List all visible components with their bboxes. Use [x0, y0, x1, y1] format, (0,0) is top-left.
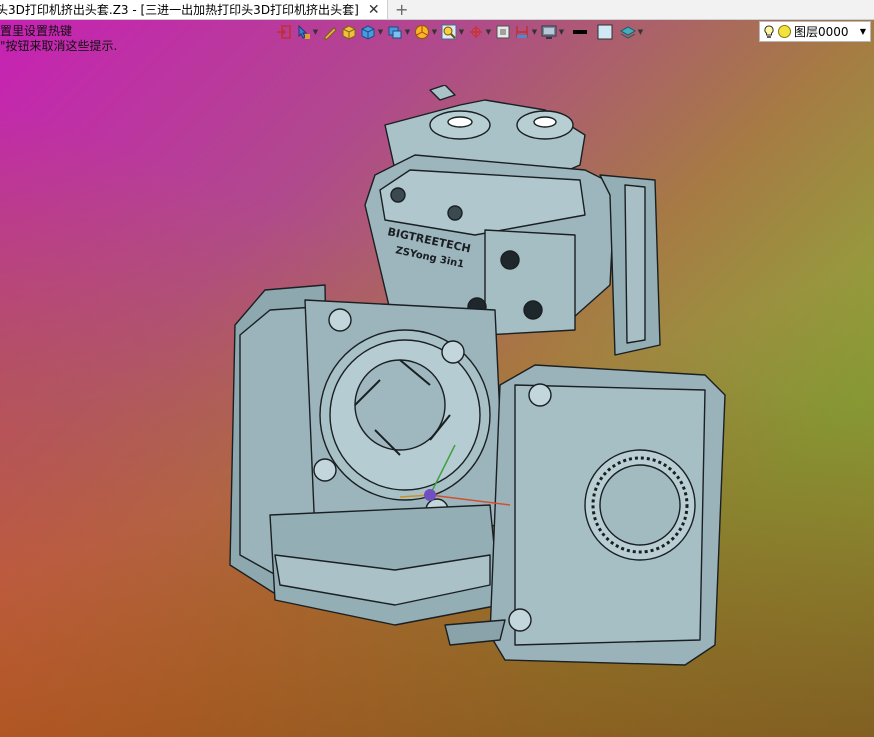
chevron-down-icon: ▼	[431, 28, 438, 36]
monitor-icon	[541, 25, 557, 39]
lightbulb-icon	[764, 24, 774, 38]
zoom-button[interactable]: ▼	[441, 22, 465, 42]
section-icon	[516, 26, 528, 38]
axis-button[interactable]: ▼	[468, 22, 492, 42]
cube-view-icon	[361, 25, 375, 40]
chevron-down-icon: ▼	[531, 28, 538, 36]
tab-title: 头3D打印机挤出头套.Z3 - [三进一出加热打印头3D打印机挤出头套]	[0, 3, 359, 17]
select-filter-icon	[298, 24, 310, 39]
axis-icon	[470, 26, 482, 38]
chevron-down-icon: ▼	[859, 27, 866, 36]
chevron-down-icon: ▼	[404, 28, 411, 36]
monitor-button[interactable]: ▼	[541, 22, 565, 42]
chevron-down-icon: ▼	[485, 28, 492, 36]
document-tab[interactable]: 头3D打印机挤出头套.Z3 - [三进一出加热打印头3D打印机挤出头套] ✕	[0, 0, 388, 19]
document-tab-bar: 头3D打印机挤出头套.Z3 - [三进一出加热打印头3D打印机挤出头套] ✕ +	[0, 0, 874, 20]
chevron-down-icon: ▼	[637, 28, 644, 36]
box-shade-icon	[342, 25, 356, 40]
display-mode-icon	[388, 26, 402, 39]
chevron-down-icon: ▼	[377, 28, 384, 36]
line-style-button[interactable]	[572, 22, 588, 42]
layer-stack-button[interactable]: ▼	[620, 22, 644, 42]
frame-icon	[496, 25, 510, 39]
hint-line-1: 置里设置热键	[0, 24, 73, 38]
layer-color-dot	[778, 25, 791, 38]
frame-button[interactable]	[495, 22, 511, 42]
select-filter-button[interactable]: ▼	[295, 22, 319, 42]
color-swatch-button[interactable]	[597, 22, 613, 42]
chevron-down-icon: ▼	[558, 28, 565, 36]
3d-model-viewport[interactable]: BIGTREETECH ZSYong 3in1	[215, 85, 735, 685]
pen-icon	[324, 27, 337, 40]
section-button[interactable]: ▼	[514, 22, 538, 42]
import-button[interactable]	[276, 22, 292, 42]
cube-view-button[interactable]: ▼	[360, 22, 384, 42]
close-icon[interactable]: ✕	[367, 2, 381, 18]
layer-stack-icon	[620, 26, 636, 39]
chevron-down-icon: ▼	[458, 28, 465, 36]
hint-text: 置里设置热键 "按钮来取消这些提示.	[0, 24, 117, 54]
display-mode-button[interactable]: ▼	[387, 22, 411, 42]
import-icon	[277, 25, 291, 39]
line-style-icon	[573, 30, 587, 34]
view-toolbar: ▼ ▼ ▼ ▼ ▼ ▼ ▼ ▼ ▼	[276, 22, 644, 42]
new-tab-icon[interactable]: +	[388, 0, 416, 19]
layer-name: 图层0000	[794, 25, 849, 39]
chevron-down-icon: ▼	[312, 28, 319, 36]
pen-button[interactable]	[322, 22, 338, 42]
layer-selector[interactable]: 图层0000 ▼	[759, 21, 871, 42]
hint-line-2: "按钮来取消这些提示.	[0, 39, 118, 53]
box-shade-button[interactable]	[341, 22, 357, 42]
color-swatch-icon	[597, 24, 613, 40]
color-wheel-button[interactable]: ▼	[414, 22, 438, 42]
zoom-icon	[441, 24, 457, 40]
color-wheel-icon	[415, 25, 429, 39]
